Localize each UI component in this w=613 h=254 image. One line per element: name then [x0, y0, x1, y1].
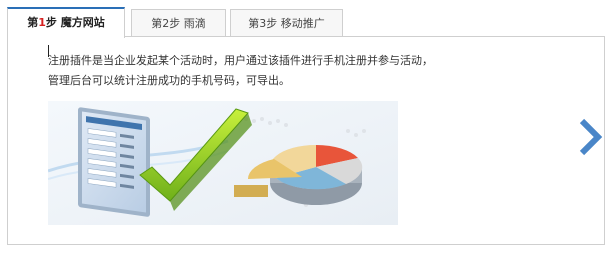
tab-step-2[interactable]: 第2步 雨滴	[131, 9, 226, 36]
description-line-1: 注册插件是当企业发起某个活动时，用户通过该插件进行手机注册并参与活动，	[48, 54, 433, 67]
description-line-2: 管理后台可以统计注册成功的手机号码，可导出。	[48, 74, 290, 87]
tab-content-panel: 注册插件是当企业发起某个活动时，用户通过该插件进行手机注册并参与活动， 管理后台…	[7, 36, 605, 245]
chevron-right-icon	[579, 118, 603, 156]
tab-step-1-number: 1	[38, 16, 46, 29]
tab-step-1[interactable]: 第1步 魔方网站	[7, 7, 125, 38]
illustration-graphic	[48, 101, 398, 225]
tab-step-3-label: 第3步 移动推广	[248, 17, 325, 30]
tab-step-3[interactable]: 第3步 移动推广	[230, 9, 343, 36]
description: 注册插件是当企业发起某个活动时，用户通过该插件进行手机注册并参与活动， 管理后台…	[48, 51, 528, 91]
next-slide-button[interactable]	[578, 117, 604, 157]
tab-step-1-label: 步 魔方网站	[45, 16, 105, 29]
feature-illustration	[48, 101, 398, 225]
tab-step-2-label: 第2步 雨滴	[151, 17, 206, 30]
tab-step-1-prefix: 第	[27, 16, 39, 29]
tab-bar: 第1步 魔方网站 第2步 雨滴 第3步 移动推广	[7, 7, 607, 38]
